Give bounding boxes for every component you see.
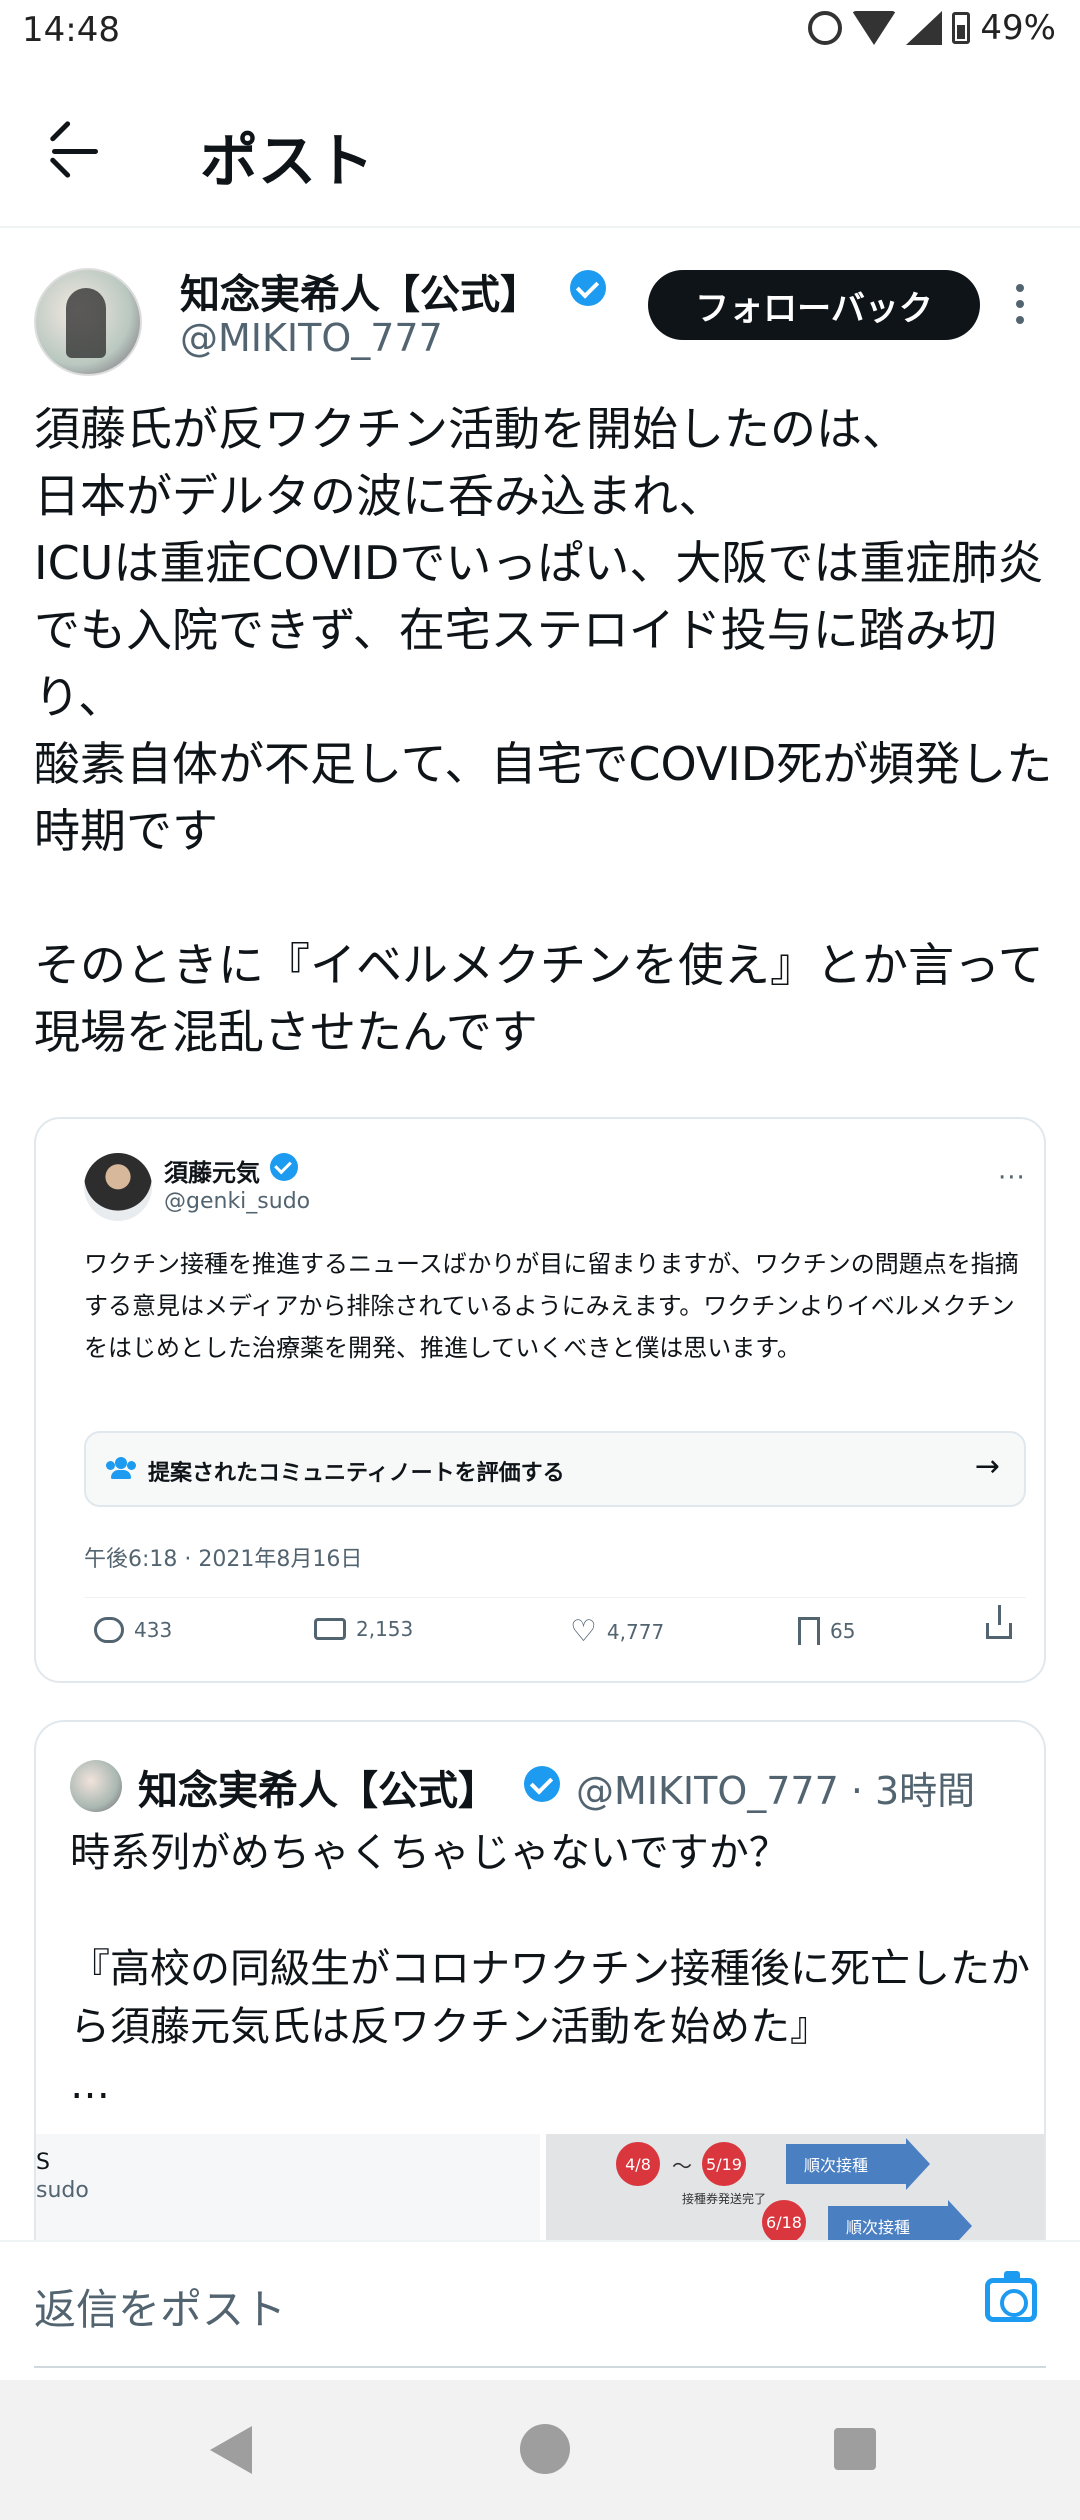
- quoted-timestamp[interactable]: 午後6:18 · 2021年8月16日: [84, 1541, 362, 1573]
- reply-action[interactable]: 433: [94, 1617, 172, 1643]
- quoted-author-handle[interactable]: @genki_sudo: [164, 1189, 310, 1214]
- verified-badge-icon: [524, 1766, 560, 1802]
- nav-back-icon[interactable]: [210, 2426, 252, 2474]
- reply-post-card[interactable]: 知念実希人【公式】 @MIKITO_777 · 3時間 時系列がめちゃくちゃじゃ…: [34, 1720, 1046, 2240]
- tilde: 〜: [672, 2154, 692, 2178]
- arrow-label: 順次接種: [786, 2138, 930, 2190]
- signal-icon: [906, 11, 943, 45]
- author-avatar[interactable]: [34, 268, 142, 376]
- share-icon: [986, 1605, 1012, 1639]
- date-badge: 5/19: [702, 2142, 746, 2186]
- arrow-left-icon: [52, 149, 98, 154]
- follow-back-button[interactable]: フォローバック: [648, 270, 980, 340]
- nav-home-icon[interactable]: [520, 2424, 570, 2474]
- date-badge: 4/8: [616, 2142, 660, 2186]
- quoted-more-icon[interactable]: ···: [998, 1163, 1026, 1193]
- camera-icon[interactable]: [985, 2271, 1037, 2322]
- quoted-author-name[interactable]: 須藤元気: [164, 1153, 260, 1188]
- arrow-right-icon: →: [974, 1449, 1000, 1484]
- like-action[interactable]: ♡ 4,777: [570, 1617, 664, 1647]
- more-options-icon[interactable]: [1016, 284, 1026, 328]
- quoted-author-avatar[interactable]: [84, 1153, 152, 1221]
- date-badge: 6/18: [762, 2200, 806, 2240]
- retweet-action[interactable]: 2,153: [314, 1617, 413, 1641]
- battery-icon: [952, 12, 971, 44]
- status-bar: 14:48 49%: [0, 0, 1080, 68]
- reply-post-text: 時系列がめちゃくちゃじゃないですか？ 『高校の同級生がコロナワクチン接種後に死亡…: [70, 1830, 1030, 2108]
- reply-input[interactable]: 返信をポスト: [34, 2276, 286, 2337]
- status-icons: 49%: [808, 8, 1056, 48]
- reply-meta[interactable]: @MIKITO_777 · 3時間: [576, 1760, 975, 1815]
- arrow-label: 順次接種: [828, 2200, 972, 2240]
- media-text: sudo: [36, 2178, 89, 2203]
- reply-composer[interactable]: 返信をポスト: [0, 2240, 1080, 2372]
- community-note-button[interactable]: 提案されたコミュニティノートを評価する →: [84, 1431, 1026, 1507]
- media-text: S: [36, 2150, 50, 2175]
- post-text: 須藤氏が反ワクチン活動を開始したのは、 日本がデルタの波に呑み込まれ、 ICUは…: [34, 402, 1053, 1059]
- quoted-post-text: ワクチン接種を推進するニュースばかりが目に留まりますが、ワクチンの問題点を指摘す…: [84, 1250, 1019, 1362]
- verified-badge-icon: [570, 270, 606, 306]
- community-note-label: 提案されたコミュニティノートを評価する: [148, 1461, 565, 1486]
- reply-media-left[interactable]: S sudo: [36, 2134, 540, 2240]
- back-button[interactable]: [40, 116, 110, 186]
- media-caption: 接種券発送完了: [682, 2192, 767, 2206]
- retweet-count: 2,153: [356, 1617, 414, 1641]
- share-action[interactable]: [986, 1605, 1012, 1639]
- bookmark-action[interactable]: 65: [798, 1617, 855, 1645]
- wifi-icon: [852, 11, 897, 45]
- bookmark-count: 65: [830, 1619, 856, 1643]
- author-handle[interactable]: @MIKITO_777: [180, 316, 443, 360]
- battery-percent: 49%: [980, 8, 1056, 48]
- top-app-bar: ポスト: [0, 68, 1080, 228]
- verified-badge-icon: [270, 1153, 298, 1181]
- quoted-action-bar: 433 2,153 ♡ 4,777 65: [84, 1605, 1026, 1667]
- alarm-icon: [808, 11, 843, 45]
- divider: [84, 1597, 1026, 1598]
- reply-media-right[interactable]: 4/8 〜 5/19 接種券発送完了 順次接種 6/18 順次接種: [546, 2134, 1044, 2240]
- like-count: 4,777: [606, 1620, 665, 1644]
- page-title: ポスト: [200, 127, 375, 195]
- quoted-post-card[interactable]: 須藤元気 @genki_sudo ··· ワクチン接種を推進するニュースばかりが…: [34, 1117, 1046, 1683]
- reply-author-avatar[interactable]: [70, 1760, 122, 1812]
- divider: [34, 2366, 1046, 2368]
- heart-icon: ♡: [570, 1614, 597, 1649]
- reply-icon: [94, 1617, 124, 1643]
- reply-count: 433: [134, 1618, 173, 1642]
- author-name[interactable]: 知念実希人【公式】: [180, 262, 540, 320]
- people-icon: [106, 1457, 136, 1479]
- retweet-icon: [314, 1618, 346, 1640]
- status-time: 14:48: [22, 10, 120, 50]
- bookmark-icon: [798, 1617, 820, 1645]
- nav-recents-icon[interactable]: [834, 2428, 876, 2470]
- system-nav-bar: [0, 2380, 1080, 2520]
- reply-author-name[interactable]: 知念実希人【公式】: [138, 1758, 498, 1816]
